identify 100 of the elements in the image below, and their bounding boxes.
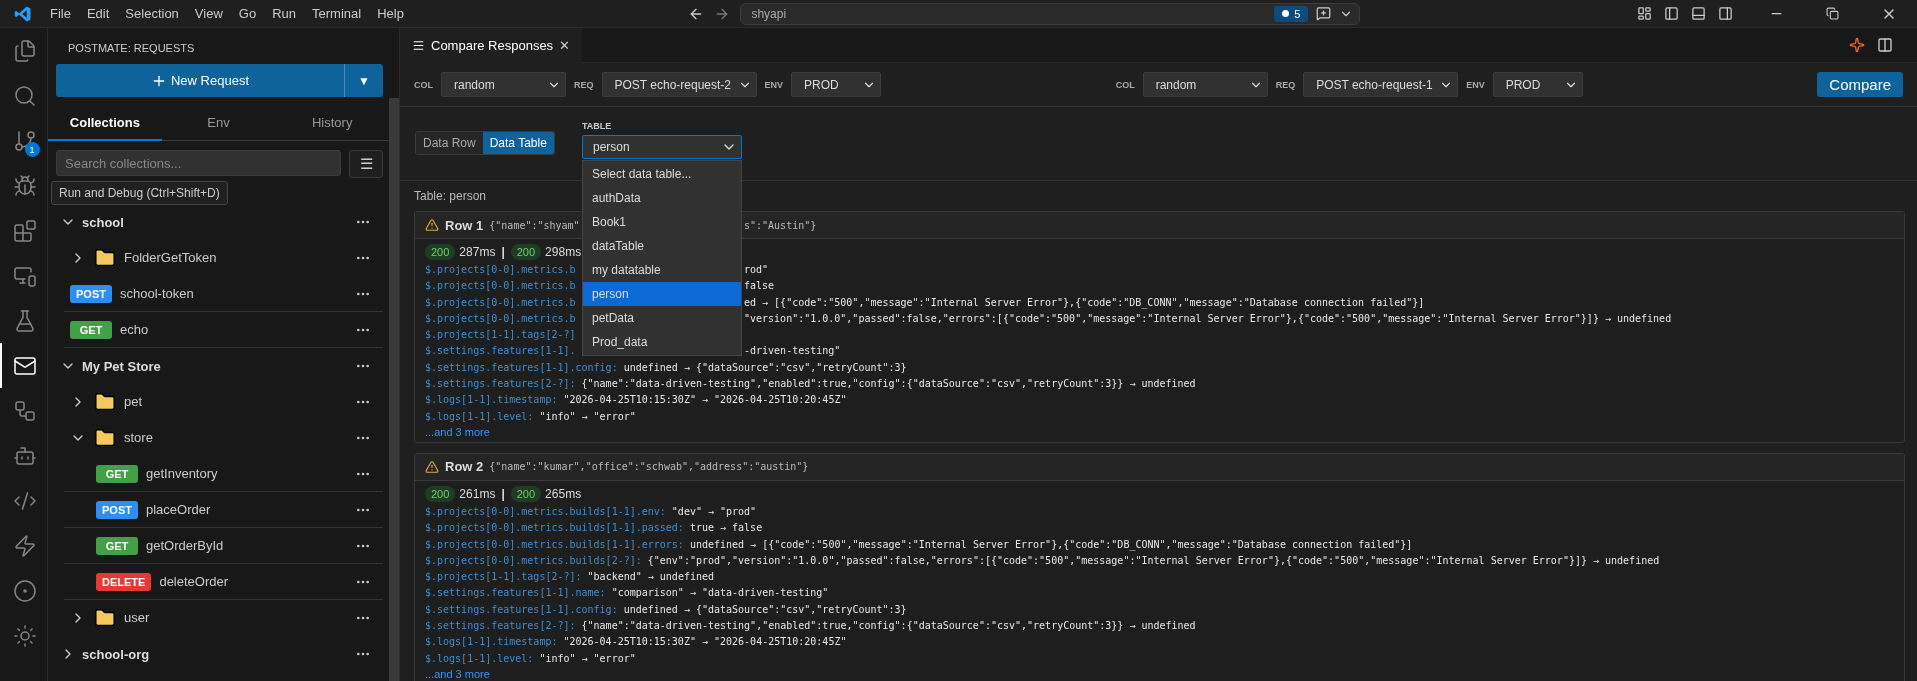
more-link[interactable]: ...and 3 more bbox=[425, 425, 490, 438]
diff-path: $.projects[1-1].tags[2-?] bbox=[425, 329, 576, 341]
collection-header[interactable]: My Pet Store bbox=[56, 348, 383, 384]
diff-path: $.logs[1-1].timestamp: bbox=[425, 635, 558, 650]
editor-tab[interactable]: Compare Responses ✕ bbox=[400, 27, 583, 63]
row-title: Row 1 bbox=[445, 217, 484, 233]
menu-item[interactable]: Terminal bbox=[304, 6, 370, 21]
notification-badge[interactable]: 5 bbox=[1274, 5, 1309, 22]
environment-select[interactable]: PROD bbox=[1492, 72, 1583, 97]
tooltip: Run and Debug (Ctrl+Shift+D) bbox=[51, 181, 228, 205]
diff-value: "backend" → undefined bbox=[586, 570, 714, 585]
status-badge: 200 bbox=[510, 485, 542, 502]
diff-value: {"env":"prod","version":"1.0.0","passed":false,"errors":[{"code":"500","message":"Internal Server Error"},{"code":"500","message":"Internal Server Error"}]} → undefined bbox=[646, 553, 1660, 568]
menu-item[interactable]: View bbox=[186, 6, 231, 21]
request-name: deleteOrder bbox=[159, 574, 230, 589]
row-summary: {"name":"shyam" bbox=[489, 219, 580, 231]
diff-path: $.logs[1-1].timestamp: bbox=[425, 393, 558, 408]
sidebar-tab[interactable]: Env bbox=[161, 105, 276, 141]
method-badge: GET bbox=[96, 464, 138, 483]
folder-name: store bbox=[124, 430, 154, 445]
request-name: getInventory bbox=[146, 466, 219, 481]
diff-value: undefined → {"dataSource":"csv","retryCount":3} bbox=[622, 602, 907, 617]
diff-path: $.projects[0-0].metrics.builds[1-1].env: bbox=[425, 504, 666, 519]
diff-value: false bbox=[744, 279, 775, 294]
mode-toggle-button[interactable]: Data Table bbox=[482, 132, 554, 154]
sidebar-tab[interactable]: Collections bbox=[48, 105, 162, 141]
dropdown-option[interactable]: petData bbox=[583, 306, 741, 330]
table-title: Table: person bbox=[414, 189, 487, 203]
search-field[interactable]: Search collections... bbox=[56, 150, 341, 176]
dropdown-option[interactable]: dataTable bbox=[583, 234, 741, 258]
collection-select[interactable]: random bbox=[441, 72, 566, 97]
diff-path: $.projects[0-0].metrics.b bbox=[425, 264, 576, 275]
menu-item[interactable]: Go bbox=[230, 6, 265, 21]
activity-tab[interactable]: 1 bbox=[0, 118, 48, 163]
dropdown-option[interactable]: Book1 bbox=[583, 210, 741, 234]
menu-item[interactable]: Run bbox=[264, 6, 304, 21]
dropdown-button[interactable]: ▼ bbox=[344, 64, 383, 97]
diff-path: $.projects[0-0].metrics.builds[1-1].passed: bbox=[425, 521, 684, 536]
compare-button[interactable]: Compare bbox=[1817, 72, 1903, 97]
diff-path: $.projects[0-0].metrics.b bbox=[425, 280, 576, 292]
more-link[interactable]: ...and 3 more bbox=[425, 667, 490, 680]
diff-value: true → false bbox=[688, 521, 763, 536]
tree-item[interactable]: POST placeOrder bbox=[64, 492, 383, 528]
diff-path: $.projects[0-0].metrics.builds[1-1].errors: bbox=[425, 537, 684, 552]
count-badge: 1 bbox=[24, 142, 40, 157]
diff-path: $.projects[0-0].metrics.b bbox=[425, 296, 576, 308]
diff-path: $.settings.features[1-1].name: bbox=[425, 586, 606, 601]
req-label: REQ bbox=[574, 79, 594, 90]
request-name: placeOrder bbox=[146, 502, 212, 517]
diff-path: $.projects[0-0].metrics.builds[2-?]: bbox=[425, 553, 642, 568]
new-request-button[interactable]: New Request bbox=[56, 64, 344, 97]
folder-name: FolderGetToken bbox=[124, 250, 218, 265]
row-title: Row 2 bbox=[445, 459, 484, 475]
request-name: echo bbox=[120, 322, 150, 337]
mode-toggle-button[interactable]: Data Row bbox=[416, 132, 483, 154]
separator-text: | bbox=[500, 245, 506, 259]
diff-value: "version":"1.0.0","passed":false,"errors":[{"code":"500","message":"Internal Server Error"},{"code":"500","message":"Internal Server Error"}]} → undefined bbox=[744, 311, 1672, 326]
table-select[interactable]: person bbox=[582, 135, 742, 159]
dropdown-option[interactable]: Select data table... bbox=[583, 162, 741, 186]
tree-item[interactable]: GET getOrderById bbox=[64, 528, 383, 564]
diff-path: $.logs[1-1].level: bbox=[425, 409, 534, 424]
folder-name: user bbox=[124, 610, 151, 625]
tree-item[interactable]: store bbox=[56, 420, 383, 456]
diff-path: $.projects[0-0].metrics.b bbox=[425, 312, 576, 324]
collection-select[interactable]: random bbox=[1142, 72, 1268, 97]
dropdown-option[interactable]: my datatable bbox=[583, 258, 741, 282]
tree-item[interactable]: GET getInventory bbox=[64, 456, 383, 492]
menu-item[interactable]: File bbox=[42, 6, 79, 21]
command-center[interactable]: shyapi 5 bbox=[740, 2, 1361, 25]
method-badge: POST bbox=[70, 284, 112, 303]
tree-item[interactable]: POST school-token bbox=[64, 276, 383, 312]
dropdown-option[interactable]: person bbox=[583, 282, 741, 306]
sidebar-tab[interactable]: History bbox=[275, 105, 389, 141]
diff-value: undefined → {"dataSource":"csv","retryCount":3} bbox=[622, 360, 907, 375]
diff-path: $.settings.features[2-?]: bbox=[425, 377, 576, 392]
dropdown-option[interactable]: authData bbox=[583, 186, 741, 210]
environment-select[interactable]: PROD bbox=[791, 72, 882, 97]
tree-item[interactable]: user bbox=[56, 600, 383, 636]
diff-value: -driven-testing" bbox=[744, 344, 841, 359]
col-label: COL bbox=[1115, 79, 1135, 90]
row-summary: {"name":"kumar","office":"schwab","address":"austin"} bbox=[489, 461, 809, 473]
menu-item[interactable]: Selection bbox=[117, 6, 187, 21]
dropdown-option[interactable]: Prod_data bbox=[583, 330, 741, 354]
menu-item[interactable]: Edit bbox=[78, 6, 118, 21]
tree-item[interactable]: pet bbox=[56, 384, 383, 420]
diff-path: $.settings.features[1-1].config: bbox=[425, 360, 618, 375]
menu-button[interactable]: ☰ bbox=[349, 150, 383, 178]
tab-close-icon[interactable]: ✕ bbox=[559, 37, 571, 53]
request-select[interactable]: POST echo-request-2 bbox=[601, 72, 757, 97]
request-select[interactable]: POST echo-request-1 bbox=[1303, 72, 1459, 97]
tree-item[interactable]: GET echo bbox=[64, 312, 383, 348]
collection-name: school-org bbox=[82, 646, 151, 662]
env-label: ENV bbox=[1466, 79, 1485, 90]
menu-item[interactable]: Help bbox=[369, 6, 412, 21]
tree-item[interactable]: DELETE deleteOrder bbox=[64, 564, 383, 600]
collection-header[interactable]: school bbox=[56, 204, 383, 240]
req-label: REQ bbox=[1275, 79, 1296, 90]
status-badge: 200 bbox=[510, 244, 542, 260]
collection-header[interactable]: school-org bbox=[56, 636, 383, 672]
tree-item[interactable]: FolderGetToken bbox=[56, 240, 383, 276]
